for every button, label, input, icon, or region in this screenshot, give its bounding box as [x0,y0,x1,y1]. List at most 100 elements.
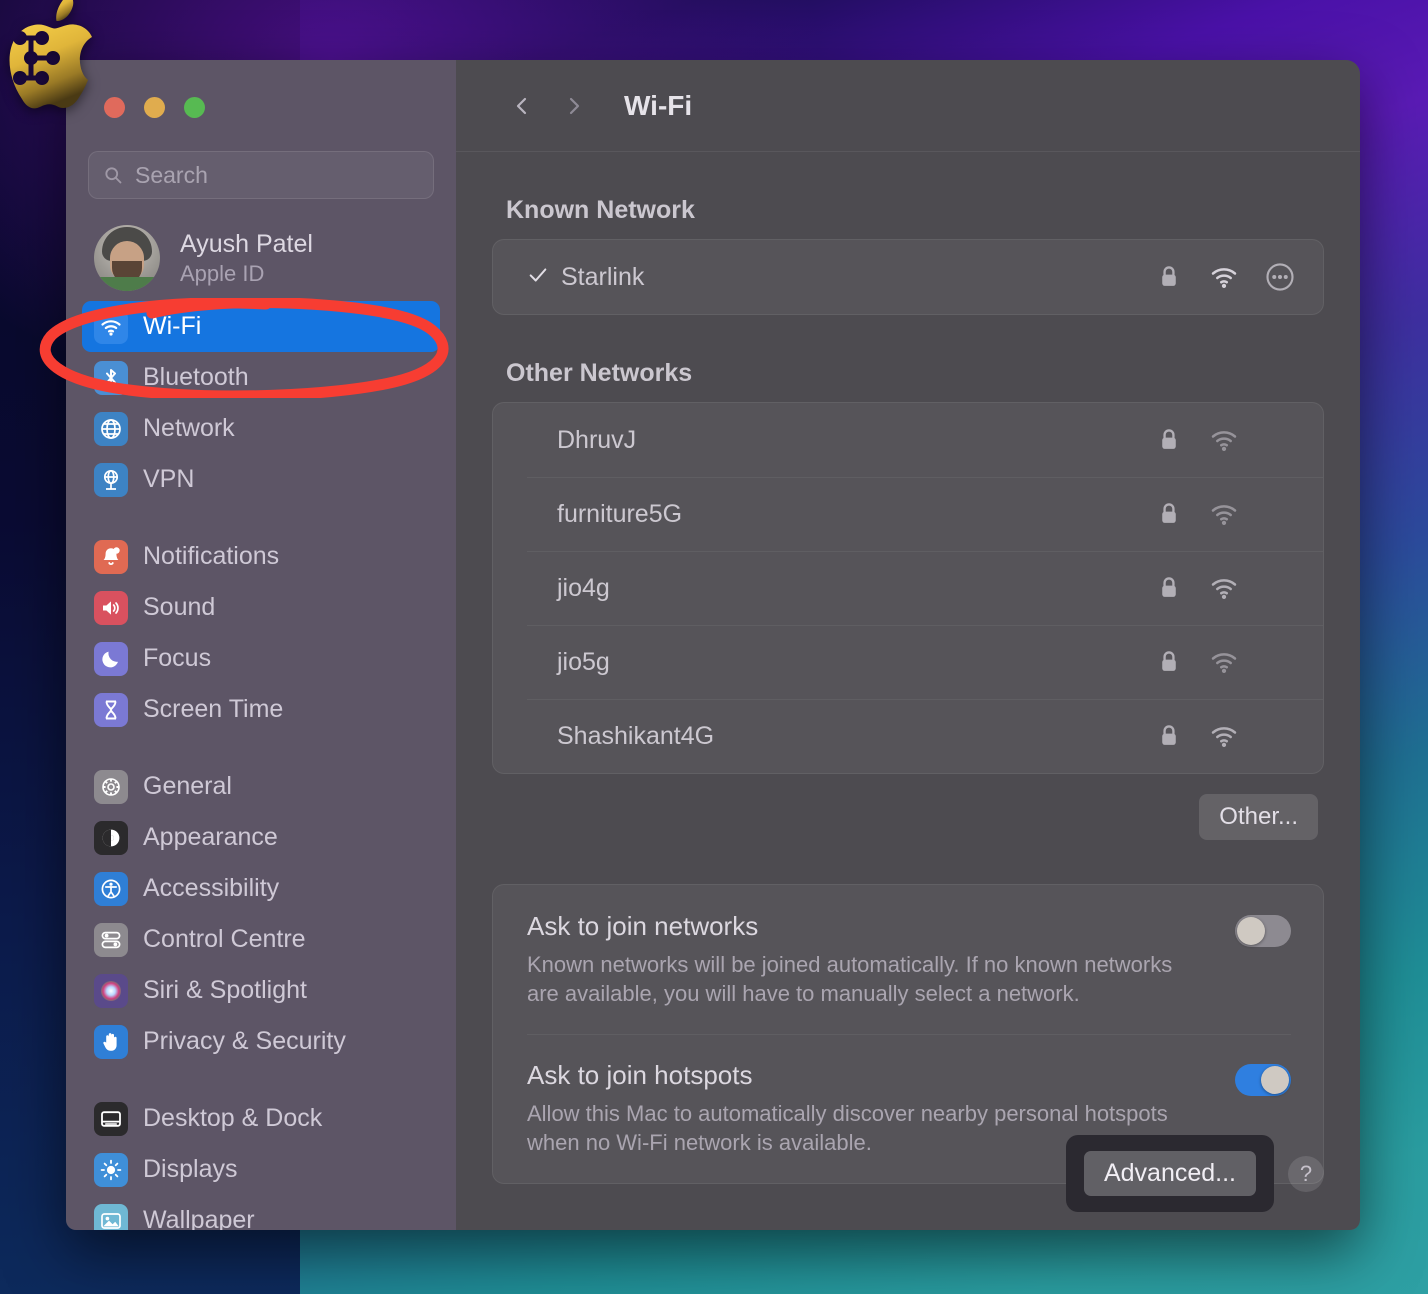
desktop-dock-icon [94,1101,128,1136]
other-network-row[interactable]: jio5g [493,625,1323,699]
sidebar-item-sound[interactable]: Sound [82,582,440,633]
sidebar-item-bluetooth[interactable]: Bluetooth [82,352,440,403]
sidebar-item-appearance[interactable]: Appearance [82,812,440,863]
network-more-button[interactable] [1265,262,1295,292]
help-button[interactable]: ? [1288,1155,1324,1192]
search-field[interactable] [88,151,434,199]
other-networks-heading: Other Networks [506,359,693,387]
sidebar-item-label: Appearance [143,823,278,851]
search-input[interactable] [135,161,419,189]
appearance-icon [94,820,128,855]
system-settings-window: Ayush Patel Apple ID Wi-Fi Bluetooth Netwo… [66,60,1360,1230]
sidebar-item-privacy-security[interactable]: Privacy & Security [82,1016,440,1067]
sidebar-item-siri-spotlight[interactable]: Siri & Spotlight [82,965,440,1016]
sidebar-item-label: Focus [143,644,212,672]
advanced-button-highlight: Advanced... [1065,1135,1274,1212]
sidebar-item-general[interactable]: General [82,761,440,812]
close-button[interactable] [104,97,125,118]
control-centre-icon [94,922,128,957]
network-name: furniture5G [557,499,683,528]
sidebar-item-label: Wi-Fi [143,312,202,340]
network-row-icons [1155,499,1295,529]
sidebar-item-label: Control Centre [143,925,306,953]
sidebar-item-displays[interactable]: Displays [82,1144,440,1195]
known-network-heading: Known Network [506,196,695,224]
minimize-button[interactable] [144,97,165,118]
network-name: Starlink [561,262,645,291]
other-network-row[interactable]: jio4g [493,551,1323,625]
sidebar-item-label: Accessibility [143,874,280,902]
network-name: jio4g [557,573,610,602]
wifi-signal-icon [1211,431,1237,451]
known-network-row[interactable]: Starlink [493,240,1323,314]
wifi-signal-icon [1211,727,1237,747]
apple-logo [9,0,93,109]
sidebar-group: Notifications Sound Focus Screen Time [66,531,456,735]
account-name: Ayush Patel [180,229,313,258]
wifi-signal-icon [1211,505,1237,525]
sidebar: Ayush Patel Apple ID Wi-Fi Bluetooth Netwo… [66,60,456,1230]
preference-title: Ask to join networks [527,911,759,941]
preference-title: Ask to join hotspots [527,1060,753,1091]
lock-icon [1162,651,1176,671]
network-row-icons [1155,647,1295,677]
sidebar-item-wi-fi[interactable]: Wi-Fi [82,301,440,352]
siri-icon [94,973,128,1008]
sidebar-item-wallpaper[interactable]: Wallpaper [82,1195,440,1230]
other-button-row: Other... [492,774,1324,840]
sidebar-item-label: Screen Time [143,695,284,723]
sidebar-item-desktop-dock[interactable]: Desktop & Dock [82,1093,440,1144]
network-row-icons [1155,425,1295,455]
sidebar-item-label: VPN [143,465,195,493]
preference-toggle[interactable] [1235,1064,1291,1097]
sidebar-item-label: Privacy & Security [143,1027,346,1055]
other-network-row[interactable]: Shashikant4G [493,699,1323,773]
sidebar-item-label: Siri & Spotlight [143,976,307,1004]
sidebar-item-screen-time[interactable]: Screen Time [82,684,440,735]
window-controls [66,60,456,118]
sidebar-item-notifications[interactable]: Notifications [82,531,440,582]
account-subtitle: Apple ID [180,260,265,286]
preference-row: Ask to join networks Known networks will … [493,885,1323,1034]
preference-description: Known networks will be joined automatica… [527,952,1173,1007]
other-network-row[interactable]: DhruvJ [493,403,1323,477]
lock-icon [1162,429,1176,449]
forward-chevron-icon [569,97,580,114]
forward-button[interactable] [548,80,600,132]
hourglass-icon [94,692,128,727]
sidebar-item-label: Displays [143,1155,238,1183]
sidebar-group-separator [66,505,456,531]
network-name: jio5g [557,647,610,676]
sidebar-group: Desktop & Dock Displays Wallpaper [66,1093,456,1230]
sidebar-item-network[interactable]: Network [82,403,440,454]
accessibility-icon [94,871,128,906]
sidebar-item-accessibility[interactable]: Accessibility [82,863,440,914]
globe-icon [94,411,128,446]
wifi-signal-icon [1211,579,1237,599]
sidebar-nav-list: Wi-Fi Bluetooth Network VPN Notifications Sou… [66,301,456,1230]
back-button[interactable] [496,80,548,132]
sidebar-item-control-centre[interactable]: Control Centre [82,914,440,965]
apple-id-account-row[interactable]: Ayush Patel Apple ID [66,199,456,291]
zoom-button[interactable] [184,97,205,118]
wifi-icon [94,309,128,344]
lock-icon [1162,577,1176,597]
sidebar-item-label: General [143,772,232,800]
sidebar-item-focus[interactable]: Focus [82,633,440,684]
wallpaper-icon [94,1203,128,1230]
preference-toggle[interactable] [1235,915,1291,947]
other-network-row[interactable]: furniture5G [493,477,1323,551]
more-options-icon [1266,263,1294,291]
main-panel: Wi-Fi Known Network Starlink Other Netwo… [456,60,1360,1230]
sidebar-item-vpn[interactable]: VPN [82,454,440,505]
sidebar-item-label: Bluetooth [143,363,249,391]
sidebar-item-label: Wallpaper [143,1206,255,1230]
sidebar-group-separator [66,1067,456,1093]
network-name: DhruvJ [557,425,637,454]
other-network-button[interactable]: Other... [1199,794,1318,840]
speaker-icon [94,590,128,625]
wifi-signal-icon [1211,653,1237,673]
settings-content: Known Network Starlink Other Networks Dh… [456,152,1360,1230]
advanced-button[interactable]: Advanced... [1083,1151,1256,1196]
other-networks-card: DhruvJ furniture5G jio4g jio5g Shashikant4G [492,402,1324,774]
